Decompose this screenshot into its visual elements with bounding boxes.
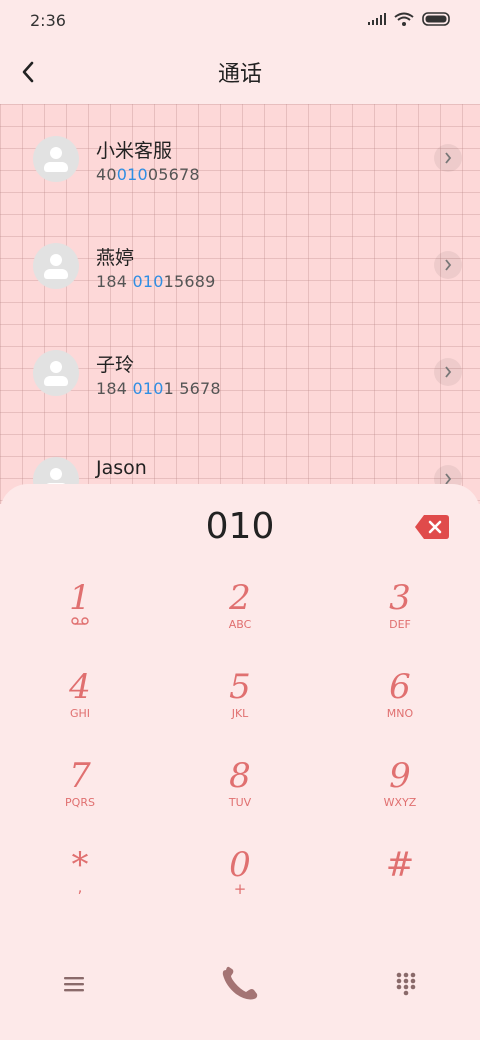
- keypad-toggle-button[interactable]: [376, 954, 436, 1014]
- signal-icon: [368, 13, 386, 25]
- voicemail-icon: [71, 617, 89, 625]
- contact-row[interactable]: 子玲 184 0101 5678: [0, 342, 480, 432]
- contact-name: 子玲: [96, 354, 135, 376]
- contact-row[interactable]: 燕婷 184 01015689: [0, 235, 480, 325]
- contact-results: 小米客服 4001005678 燕婷 184 01015689 子玲 184 0…: [0, 104, 480, 504]
- backspace-icon: [415, 515, 449, 539]
- call-button[interactable]: [210, 954, 270, 1014]
- key-letters: MNO: [386, 707, 414, 720]
- battery-icon: [422, 12, 450, 26]
- key-3[interactable]: 3 DEF: [320, 579, 480, 668]
- key-letters: DEF: [389, 618, 411, 631]
- contact-detail-button[interactable]: [434, 251, 462, 279]
- backspace-button[interactable]: [414, 514, 450, 540]
- contact-name: 小米客服: [96, 140, 173, 162]
- key-letters: GHI: [69, 707, 91, 720]
- key-digit: #: [385, 845, 415, 885]
- menu-icon: [64, 977, 84, 992]
- key-1[interactable]: 1: [0, 579, 160, 668]
- wifi-icon: [394, 12, 414, 26]
- key-letters: +: [233, 880, 247, 898]
- bottom-bar: [0, 954, 480, 1014]
- contact-number: 184 01015689: [96, 272, 216, 291]
- key-digit: 3: [389, 578, 411, 618]
- key-letters: PQRS: [65, 796, 95, 809]
- key-8[interactable]: 8 TUV: [160, 757, 320, 846]
- key-star[interactable]: * ,: [0, 846, 160, 935]
- key-letters: ABC: [228, 618, 252, 631]
- key-letters: JKL: [231, 707, 249, 720]
- key-letters: ,: [77, 878, 83, 896]
- chevron-right-icon: [445, 366, 452, 378]
- contact-detail-button[interactable]: [434, 144, 462, 172]
- key-4[interactable]: 4 GHI: [0, 668, 160, 757]
- key-letters: WXYZ: [383, 796, 417, 809]
- key-digit: 6: [389, 667, 411, 707]
- contact-number: 4001005678: [96, 165, 200, 184]
- key-digit: 4: [69, 667, 91, 707]
- status-bar: 2:36: [0, 0, 480, 42]
- key-digit: 5: [229, 667, 251, 707]
- keypad-grid-icon: [396, 972, 416, 996]
- contact-name: 燕婷: [96, 247, 135, 269]
- page-title: 通话: [217, 62, 262, 87]
- key-hash[interactable]: #: [320, 846, 480, 935]
- contact-row[interactable]: 小米客服 4001005678: [0, 128, 480, 218]
- key-digit: 8: [229, 756, 251, 796]
- key-0[interactable]: 0 +: [160, 846, 320, 935]
- menu-button[interactable]: [44, 954, 104, 1014]
- avatar: [33, 136, 79, 182]
- key-letters: TUV: [228, 796, 252, 809]
- avatar: [33, 350, 79, 396]
- dialed-number: 010: [205, 506, 275, 547]
- status-time: 2:36: [30, 11, 66, 30]
- key-digit: 2: [229, 578, 251, 618]
- key-2[interactable]: 2 ABC: [160, 579, 320, 668]
- key-digit: 7: [69, 756, 91, 796]
- key-digit: 1: [69, 578, 91, 618]
- status-icons: [368, 12, 452, 26]
- key-digit: 0: [229, 845, 251, 885]
- avatar: [33, 243, 79, 289]
- title-bar: 通话: [0, 42, 480, 104]
- contact-name: Jason: [96, 457, 147, 479]
- key-9[interactable]: 9 WXYZ: [320, 757, 480, 846]
- key-5[interactable]: 5 JKL: [160, 668, 320, 757]
- dialpad-panel: 010 1 2 ABC 3 DEF 4 GHI 5 JKL 6 MNO 7 PQ…: [0, 484, 480, 1040]
- key-6[interactable]: 6 MNO: [320, 668, 480, 757]
- key-7[interactable]: 7 PQRS: [0, 757, 160, 846]
- chevron-right-icon: [445, 152, 452, 164]
- contact-number: 184 0101 5678: [96, 379, 221, 398]
- key-digit: 9: [389, 756, 411, 796]
- chevron-right-icon: [445, 259, 452, 271]
- contact-detail-button[interactable]: [434, 358, 462, 386]
- phone-icon: [222, 966, 258, 1000]
